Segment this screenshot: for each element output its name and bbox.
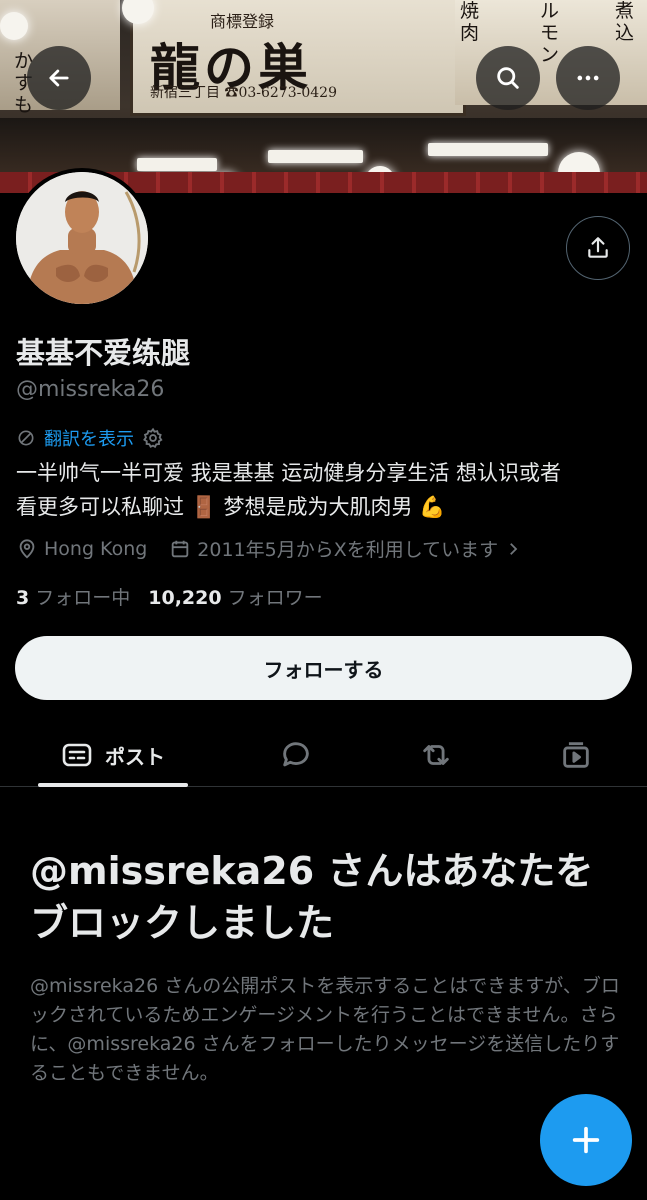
- translate-row: 翻訳を表示: [16, 425, 164, 451]
- plus-icon: [572, 1126, 600, 1154]
- following-count: 3: [16, 587, 30, 609]
- banner-right-vertical-text-2: ルモン: [540, 0, 560, 66]
- compose-post-button[interactable]: [540, 1094, 632, 1186]
- reply-icon: [283, 742, 309, 767]
- media-icon: [563, 742, 589, 768]
- tab-reposts[interactable]: [406, 724, 466, 786]
- username-handle: @missreka26: [16, 377, 165, 402]
- arrow-left-icon: [49, 69, 69, 87]
- share-button[interactable]: [566, 216, 630, 280]
- translate-icon: [18, 430, 34, 446]
- location: Hong Kong: [16, 538, 147, 560]
- show-translation-link[interactable]: 翻訳を表示: [44, 425, 134, 451]
- banner-light: [428, 143, 548, 156]
- join-date-text: 2011年5月からXを利用しています: [197, 539, 499, 561]
- tab-replies[interactable]: [266, 724, 326, 786]
- search-button[interactable]: [476, 46, 540, 110]
- join-date[interactable]: 2011年5月からXを利用しています: [169, 535, 522, 562]
- avatar-image: [16, 172, 148, 304]
- profile-meta: Hong Kong 2011年5月からXを利用しています: [16, 535, 544, 562]
- followers-count: 10,220: [148, 587, 222, 609]
- search-icon: [497, 67, 519, 89]
- follow-button[interactable]: フォローする: [15, 636, 632, 700]
- banner-sign-bottom: 新宿三丁目 ☎03-6273-0429: [150, 85, 337, 101]
- tab-posts-label: ポスト: [105, 744, 165, 769]
- share-icon: [588, 237, 608, 258]
- location-pin-icon: [19, 538, 35, 558]
- profile-banner[interactable]: かすもつ鍋 商標登録 龍の巣 新宿三丁目 ☎03-6273-0429 焼肉 ルモ…: [0, 0, 647, 193]
- following-label: フォロー中: [35, 587, 131, 609]
- followers-label: フォロワー: [227, 587, 323, 609]
- banner-right-vertical-text-1: 焼肉: [460, 0, 480, 44]
- banner-bulb: [0, 12, 28, 40]
- more-button[interactable]: [556, 46, 620, 110]
- followers-link[interactable]: 10,220 フォロワー: [148, 583, 322, 610]
- gear-icon[interactable]: [142, 427, 164, 449]
- more-horizontal-icon: [577, 75, 599, 81]
- blocked-title: @missreka26 さんはあなたをブロックしました: [30, 849, 594, 945]
- profile-bio: 一半帅气一半可爱 我是基基 运动健身分享生活 想认识或者 看更多可以私聊过 🚪 …: [16, 456, 636, 524]
- profile-tabs: ポスト: [0, 724, 647, 787]
- following-link[interactable]: 3 フォロー中: [16, 583, 130, 610]
- banner-right-vertical-text-3: 煮込: [615, 0, 635, 44]
- posts-icon: [62, 743, 92, 767]
- follow-stats: 3 フォロー中 10,220 フォロワー: [16, 583, 323, 610]
- back-button[interactable]: [27, 46, 91, 110]
- tab-posts[interactable]: ポスト: [38, 724, 188, 786]
- calendar-icon: [172, 540, 189, 557]
- blocked-description: @missreka26 さんの公開ポストを表示することはできますが、ブロックされ…: [30, 975, 620, 1084]
- display-name: 基基不爱练腿: [16, 336, 191, 370]
- location-text: Hong Kong: [44, 537, 148, 560]
- bio-line: 看更多可以私聊过 🚪 梦想是成为大肌肉男 💪: [16, 495, 446, 519]
- chevron-right-icon: [510, 542, 518, 555]
- avatar[interactable]: [12, 168, 152, 308]
- bio-line: 一半帅气一半可爱 我是基基 运动健身分享生活 想认识或者: [16, 461, 562, 485]
- banner-light: [268, 150, 363, 163]
- banner-light: [137, 158, 217, 171]
- tab-media[interactable]: [546, 724, 606, 786]
- tab-active-indicator: [38, 783, 188, 787]
- repost-icon: [423, 745, 449, 765]
